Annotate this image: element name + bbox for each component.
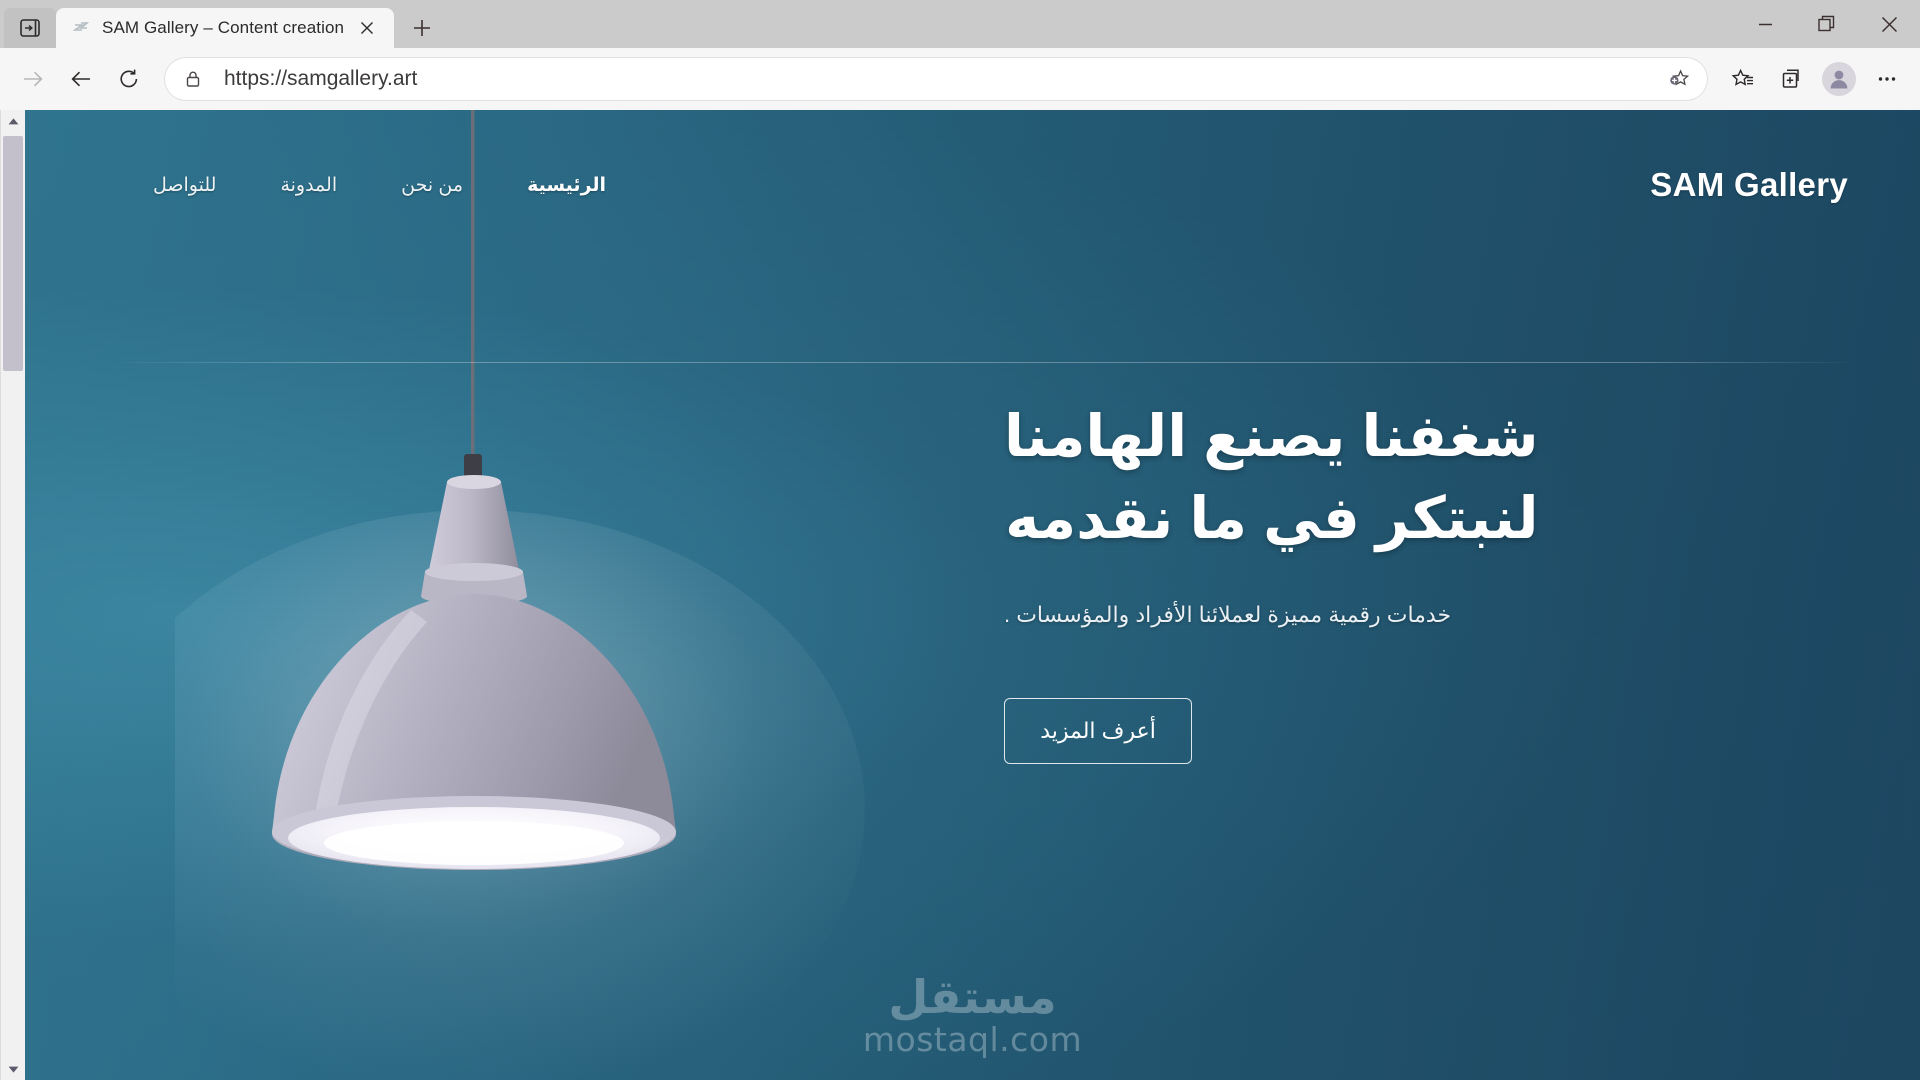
browser-tab[interactable]: SAM Gallery – Content creation <box>56 8 395 48</box>
site-navigation: الرئيسية من نحن المدونة للتواصل <box>121 164 638 207</box>
profile-button[interactable] <box>1816 56 1862 102</box>
chevron-up-icon <box>8 117 18 124</box>
window-close-button[interactable] <box>1858 0 1920 48</box>
browser-viewport: SAM Gallery الرئيسية من نحن المدونة للتو… <box>0 110 1920 1080</box>
tab-strip-actions <box>0 0 56 48</box>
hero-headline-line-2: لنبتكر في ما نقدمه <box>1005 486 1539 552</box>
new-tab-button[interactable] <box>400 10 444 46</box>
window-controls <box>1734 0 1920 48</box>
hero-headline-line-1: شغفنا يصنع الهامنا <box>1004 404 1539 470</box>
refresh-button[interactable] <box>106 56 152 102</box>
star-plus-icon <box>1670 69 1690 86</box>
favorites-star-icon <box>1731 68 1753 86</box>
site-information-button[interactable] <box>178 64 208 94</box>
vertical-tabs-button[interactable] <box>4 8 56 48</box>
refresh-icon <box>120 69 138 88</box>
add-to-favorites-button[interactable] <box>1664 64 1694 94</box>
hero-cta-button[interactable]: أعرف المزيد <box>1004 697 1192 764</box>
tab-title: SAM Gallery – Content creation <box>102 18 345 37</box>
window-minimize-button[interactable] <box>1734 0 1796 48</box>
collections-icon <box>1782 69 1799 88</box>
plus-icon <box>414 20 431 36</box>
chevron-down-icon <box>8 1066 18 1073</box>
browser-toolbar: https://samgallery.art <box>0 48 1920 110</box>
nav-item-about[interactable]: من نحن <box>369 164 495 207</box>
browser-window: SAM Gallery – Content creation https://s… <box>0 0 1920 1080</box>
close-icon <box>361 22 374 34</box>
scrollbar-thumb[interactable] <box>3 136 23 371</box>
scrollbar-track[interactable] <box>1 132 25 1058</box>
arrow-left-icon <box>71 71 90 87</box>
forward-button[interactable] <box>10 56 56 102</box>
avatar <box>1822 62 1856 96</box>
tab-close-button[interactable] <box>354 15 380 41</box>
hero-section: شغفنا يصنع الهامنا لنبتكر في ما نقدمه خد… <box>1004 110 1824 1080</box>
ellipsis-icon <box>1878 77 1896 81</box>
address-bar[interactable]: https://samgallery.art <box>164 57 1708 101</box>
back-button[interactable] <box>58 56 104 102</box>
nav-item-blog[interactable]: المدونة <box>248 164 369 207</box>
tab-sleeping-icon <box>70 17 92 39</box>
scroll-down-button[interactable] <box>1 1058 25 1080</box>
hero-headline: شغفنا يصنع الهامنا لنبتكر في ما نقدمه <box>1004 396 1539 561</box>
web-page: SAM Gallery الرئيسية من نحن المدونة للتو… <box>25 110 1920 1080</box>
restore-icon <box>1818 15 1835 32</box>
collections-button[interactable] <box>1768 56 1814 102</box>
favorites-button[interactable] <box>1720 56 1766 102</box>
address-bar-right-actions <box>178 64 208 94</box>
scroll-up-button[interactable] <box>1 110 25 132</box>
settings-and-more-button[interactable] <box>1864 56 1910 102</box>
url-text[interactable]: https://samgallery.art <box>218 67 1654 91</box>
address-bar-left-actions <box>1664 64 1694 94</box>
nav-item-home[interactable]: الرئيسية <box>495 164 638 207</box>
lock-icon <box>186 71 200 87</box>
hero-subtitle: خدمات رقمية مميزة لعملائنا الأفراد والمؤ… <box>1004 601 1452 627</box>
vertical-tabs-icon <box>20 19 40 37</box>
title-bar: SAM Gallery – Content creation <box>0 0 1920 48</box>
window-restore-button[interactable] <box>1796 0 1858 48</box>
minimize-icon <box>1758 23 1772 25</box>
page-scrollbar[interactable] <box>0 110 25 1080</box>
person-icon <box>1830 70 1848 89</box>
tab-strip: SAM Gallery – Content creation <box>56 0 1734 48</box>
nav-item-contact[interactable]: للتواصل <box>121 164 248 207</box>
arrow-right-icon <box>24 71 43 87</box>
close-icon <box>1881 16 1897 32</box>
